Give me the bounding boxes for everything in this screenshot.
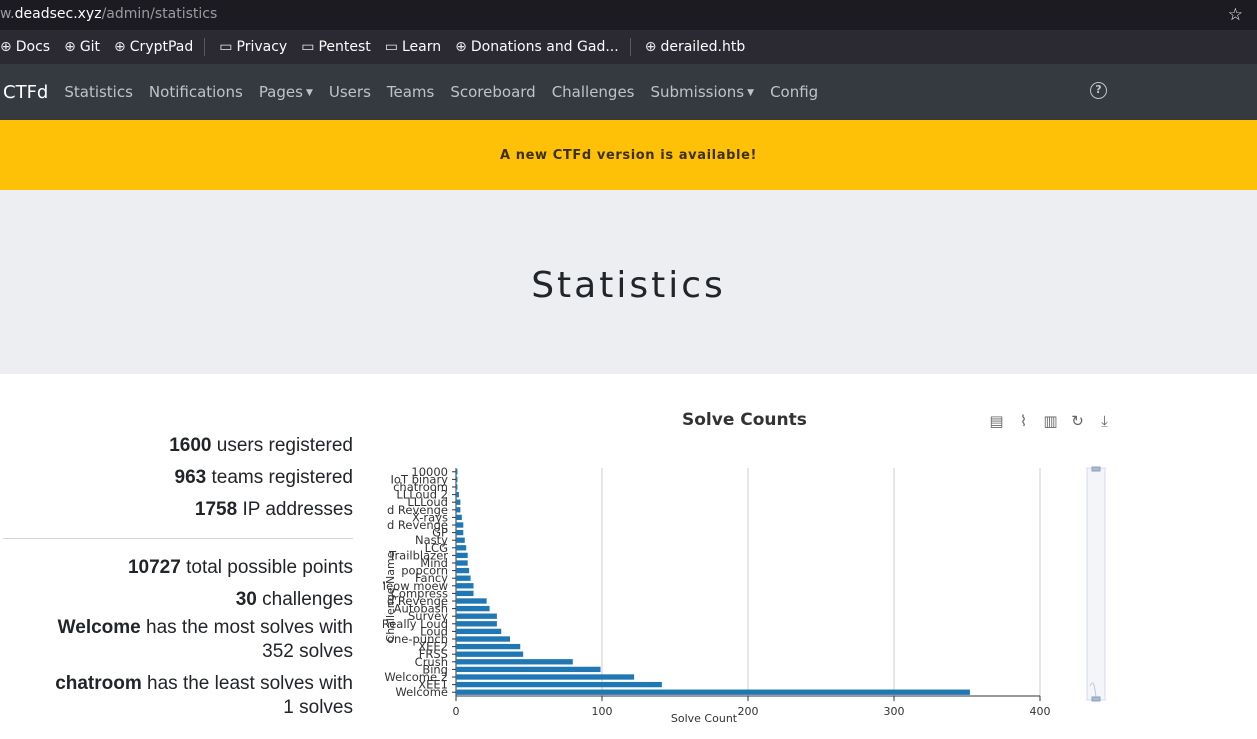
nav-statistics[interactable]: Statistics xyxy=(64,83,133,101)
x-tick-label: 0 xyxy=(453,705,460,718)
bookmark-star-icon[interactable]: ☆ xyxy=(1228,5,1243,25)
bar xyxy=(456,689,970,695)
bar xyxy=(456,628,502,635)
nav-users[interactable]: Users xyxy=(329,83,371,101)
bar xyxy=(456,666,601,673)
y-axis-title: Challenge Name xyxy=(384,551,397,642)
bar xyxy=(456,484,458,490)
bookmark-learn[interactable]: ▭ Learn xyxy=(385,39,441,55)
url-text[interactable]: w.deadsec.xyz/admin/statistics xyxy=(0,6,217,22)
bar xyxy=(456,583,474,589)
label-clip xyxy=(355,454,383,714)
statistics-content: 1600 users registered 963 teams register… xyxy=(0,374,1257,739)
y-tick-label: 10000 xyxy=(411,465,448,479)
bookmark-donations[interactable]: ⊕ Donations and Gad... xyxy=(455,39,619,55)
globe-icon: ⊕ xyxy=(0,39,12,55)
bar xyxy=(456,491,459,498)
bookmark-docs[interactable]: ⊕ Docs xyxy=(0,39,50,55)
nav-notifications[interactable]: Notifications xyxy=(149,83,243,101)
x-tick-label: 400 xyxy=(1030,705,1051,718)
bar xyxy=(456,545,467,551)
nav-teams[interactable]: Teams xyxy=(387,83,434,101)
page-title: Statistics xyxy=(531,264,726,306)
zoom-handle-top xyxy=(1091,466,1101,472)
bar xyxy=(456,590,474,597)
folder-icon: ▭ xyxy=(301,39,315,55)
bar xyxy=(456,636,511,642)
bookmark-derailed[interactable]: ⊕ derailed.htb xyxy=(645,39,746,55)
bar xyxy=(456,651,524,657)
bar xyxy=(456,674,635,680)
browser-url-bar[interactable]: w.deadsec.xyz/admin/statistics ☆ xyxy=(0,0,1257,30)
folder-icon: ▭ xyxy=(219,39,233,55)
nav-submissions[interactable]: Submissions ▼ xyxy=(651,83,755,101)
nav-challenges[interactable]: Challenges xyxy=(552,83,635,101)
admin-navbar: CTFd Statistics Notifications Pages ▼ Use… xyxy=(0,64,1257,120)
nav-scoreboard[interactable]: Scoreboard xyxy=(450,83,535,101)
nav-pages[interactable]: Pages ▼ xyxy=(259,83,313,101)
globe-icon: ⊕ xyxy=(455,39,467,55)
bar xyxy=(456,575,471,581)
solve-counts-chart: 0 100 200 300 400WelcomeXEE1Welcome 2BingCru… xyxy=(355,454,1106,725)
bookmarks-bar: ⊕ Docs ⊕ Git ⊕ CryptPad ▭ Privacy ▭ Pentest ▭… xyxy=(0,30,1257,64)
zoom-slider xyxy=(1086,467,1106,701)
bookmark-separator xyxy=(629,38,631,56)
bookmark-privacy[interactable]: ▭ Privacy xyxy=(219,39,287,55)
globe-icon: ⊕ xyxy=(64,39,76,55)
bar xyxy=(456,537,465,543)
bookmark-git[interactable]: ⊕ Git xyxy=(64,39,100,55)
bar xyxy=(456,598,487,604)
bar xyxy=(456,643,521,650)
bar xyxy=(456,681,662,688)
brand-logo[interactable]: CTFd xyxy=(3,82,48,103)
x-axis-title: Solve Count xyxy=(671,712,738,725)
caret-down-icon: ▼ xyxy=(747,88,755,98)
folder-icon: ▭ xyxy=(384,39,398,55)
x-tick-label: 100 xyxy=(592,705,613,718)
bar xyxy=(456,499,461,505)
bar xyxy=(456,659,573,665)
x-tick-label: 200 xyxy=(738,705,759,718)
nav-config[interactable]: Config xyxy=(770,83,818,101)
bar xyxy=(456,605,490,612)
bar xyxy=(456,560,468,566)
x-tick-label: 300 xyxy=(884,705,905,718)
bar xyxy=(456,522,464,528)
zoom-handle-bottom xyxy=(1091,696,1101,702)
bar xyxy=(456,567,470,574)
bookmark-separator xyxy=(204,38,206,56)
bar xyxy=(456,507,461,513)
bar xyxy=(456,613,497,619)
bar xyxy=(456,514,462,521)
help-icon[interactable]: ? xyxy=(1090,82,1107,99)
bar xyxy=(456,529,464,536)
bookmark-pentest[interactable]: ▭ Pentest xyxy=(301,39,371,55)
globe-icon: ⊕ xyxy=(114,39,126,55)
globe-icon: ⊕ xyxy=(644,39,657,55)
caret-down-icon: ▼ xyxy=(305,88,313,98)
bar xyxy=(456,552,468,559)
bar xyxy=(456,621,497,627)
update-alert: A new CTFd version is available! xyxy=(0,120,1257,190)
page-header: Statistics xyxy=(0,190,1257,374)
bookmark-cryptpad[interactable]: ⊕ CryptPad xyxy=(114,39,193,55)
bar xyxy=(456,469,458,475)
bar xyxy=(456,476,458,483)
alert-text: A new CTFd version is available! xyxy=(499,147,758,163)
